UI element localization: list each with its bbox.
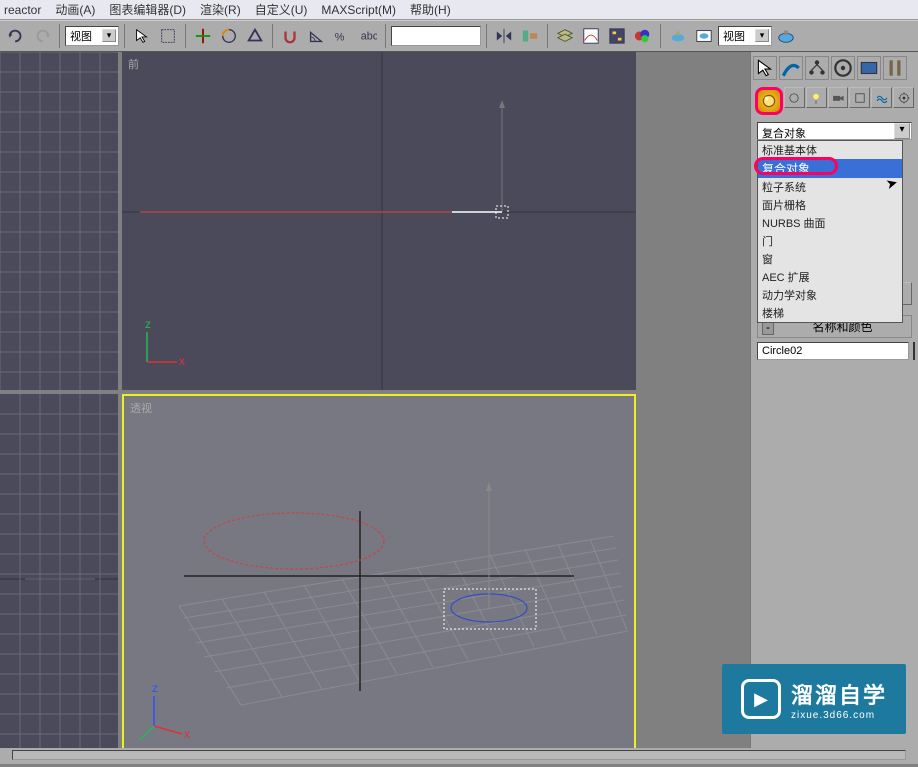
dropdown-item-dynamics[interactable]: 动力学对象 [758,286,902,304]
object-category-list: 标准基本体 复合对象 ➤ 粒子系统 面片栅格 NURBS 曲面 门 窗 AEC … [757,140,903,323]
command-panel-tabs [751,52,918,84]
render-setup-button[interactable] [666,24,690,48]
render-scene-button[interactable] [692,24,716,48]
viewport-front[interactable]: 前 z x [122,52,636,390]
snap-toggle-button[interactable] [278,24,302,48]
dropdown-item-particle[interactable]: 粒子系统 [758,178,902,196]
menu-reactor[interactable]: reactor [4,3,41,17]
main-area: 前 z x [0,52,918,764]
main-toolbar: 视图 % abc 视图 [0,20,918,52]
dropdown-item-stairs[interactable]: 楼梯 [758,304,902,322]
coord-system-dropdown[interactable]: 视图 [65,26,119,46]
svg-text:abc: abc [361,31,377,43]
percent-snap-button[interactable]: % [330,24,354,48]
redo-button[interactable] [30,24,54,48]
select-rotate-button[interactable] [217,24,241,48]
name-color-row [757,342,912,360]
quick-render-button[interactable] [774,24,798,48]
play-icon [741,679,781,719]
dropdown-item-standard[interactable]: 标准基本体 [758,141,902,159]
motion-tab[interactable] [831,56,855,80]
align-button[interactable] [518,24,542,48]
layer-manager-button[interactable] [553,24,577,48]
select-button[interactable] [130,24,154,48]
schematic-view-button[interactable] [605,24,629,48]
dropdown-item-compound-label: 复合对象 [762,162,810,176]
dropdown-item-window[interactable]: 窗 [758,250,902,268]
shapes-button[interactable] [784,87,805,108]
create-tab[interactable] [753,56,777,80]
lights-button[interactable] [806,87,827,108]
create-subtype-row [751,84,918,118]
menu-graph-editor[interactable]: 图表编辑器(D) [109,1,186,18]
material-editor-button[interactable] [631,24,655,48]
object-category-selected[interactable]: 复合对象 [757,122,912,140]
display-tab[interactable] [857,56,881,80]
svg-text:z: z [145,317,151,331]
menu-render[interactable]: 渲染(R) [200,1,241,18]
dropdown-item-nurbs[interactable]: NURBS 曲面 [758,214,902,232]
dropdown-item-aec[interactable]: AEC 扩展 [758,268,902,286]
helpers-button[interactable] [849,87,870,108]
watermark-url: zixue.3d66.com [791,710,887,721]
menu-customize[interactable]: 自定义(U) [255,1,308,18]
viewport-persp-label: 透视 [130,400,152,416]
curve-editor-button[interactable] [579,24,603,48]
named-selection-sets[interactable] [391,26,481,46]
svg-text:x: x [179,354,185,368]
svg-text:%: % [335,32,345,44]
geometry-button[interactable] [755,87,783,115]
command-panel: 复合对象 标准基本体 复合对象 ➤ 粒子系统 面片栅格 NURBS 曲面 门 窗… [750,52,918,764]
watermark-badge: 溜溜自学 zixue.3d66.com [722,664,906,734]
undo-button[interactable] [4,24,28,48]
svg-text:z: z [152,681,158,695]
viewport-perspective[interactable]: 透视 z x [122,394,636,764]
viewport-front-label: 前 [128,56,139,72]
modify-tab[interactable] [779,56,803,80]
select-scale-button[interactable] [243,24,267,48]
dropdown-item-compound[interactable]: 复合对象 ➤ [758,159,902,178]
menu-help[interactable]: 帮助(H) [410,1,451,18]
angle-snap-button[interactable] [304,24,328,48]
watermark-title: 溜溜自学 [791,678,887,710]
hierarchy-tab[interactable] [805,56,829,80]
viewport-panel: 前 z x [0,52,750,764]
object-color-swatch[interactable] [913,342,915,360]
select-move-button[interactable] [191,24,215,48]
utilities-tab[interactable] [883,56,907,80]
cameras-button[interactable] [828,87,849,108]
dropdown-item-patch[interactable]: 面片栅格 [758,196,902,214]
spacewarps-button[interactable] [871,87,892,108]
render-type-dropdown[interactable]: 视图 [718,26,772,46]
menu-bar: reactor 动画(A) 图表编辑器(D) 渲染(R) 自定义(U) MAXS… [0,0,918,20]
object-name-input[interactable] [757,342,909,360]
menu-maxscript[interactable]: MAXScript(M) [321,3,396,17]
viewport-left[interactable] [0,394,118,764]
systems-button[interactable] [893,87,914,108]
dropdown-item-door[interactable]: 门 [758,232,902,250]
mirror-button[interactable] [492,24,516,48]
svg-text:x: x [184,727,190,741]
object-category-dropdown[interactable]: 复合对象 标准基本体 复合对象 ➤ 粒子系统 面片栅格 NURBS 曲面 门 窗… [757,122,912,140]
select-region-button[interactable] [156,24,180,48]
named-selection-button[interactable]: abc [356,24,380,48]
menu-animation[interactable]: 动画(A) [55,1,95,18]
time-slider[interactable] [0,748,918,764]
cursor-icon: ➤ [884,174,900,193]
viewport-top[interactable] [0,52,118,390]
